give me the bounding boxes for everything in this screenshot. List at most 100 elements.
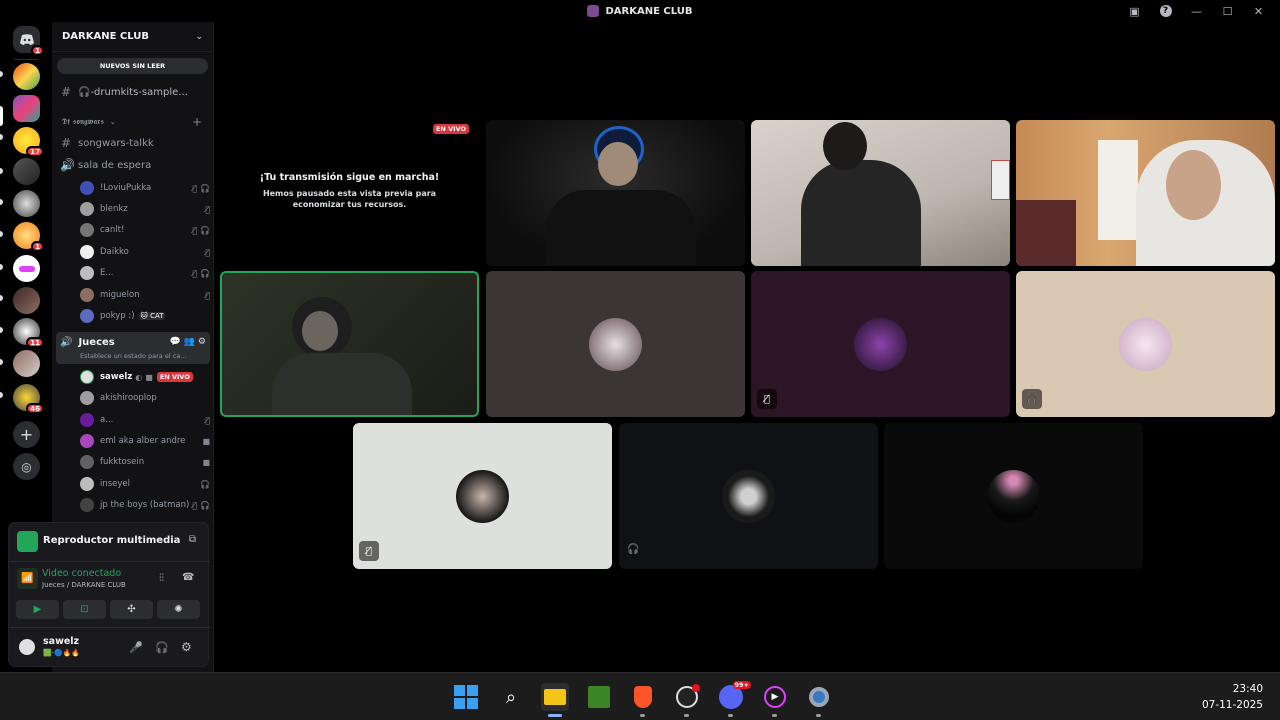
video-tile[interactable] [486,120,745,266]
avatar-tile[interactable]: 🎧 [619,423,878,569]
brave-icon[interactable] [629,683,657,711]
voice-user[interactable]: fukktosein ■ [80,453,210,471]
server-icon[interactable]: 1 [13,222,44,252]
screen-share-button[interactable]: ⊡ [63,600,106,619]
clock[interactable]: 23:40 07-11-2025 [1202,681,1263,713]
hash-icon: # [60,136,72,150]
server-icon[interactable] [13,95,40,122]
add-channel-icon[interactable]: + [192,115,202,129]
avatar [80,413,94,427]
video-tile[interactable] [751,120,1010,266]
active-speaker-tile[interactable] [220,271,479,417]
avatar [589,318,642,371]
voice-user[interactable]: E... 🎙̸ 🎧 [80,264,210,282]
media-player-title: Reproductor multimedia [43,535,181,546]
video-tile[interactable] [1016,120,1275,266]
minimize-icon[interactable]: — [1181,0,1212,22]
popout-icon[interactable]: ⧉ [189,534,196,545]
server-icon[interactable]: 17 [13,127,44,157]
voice-user[interactable]: sawelz ◐ ■ EN VIVO [80,368,210,386]
avatar [80,391,94,405]
voice-user[interactable]: blenkz 🎙̸ [80,200,210,218]
avatar-tile[interactable]: 🎙̸ [751,271,1010,417]
server-icon[interactable]: 46 [13,384,44,414]
stream-paused-tile[interactable]: EN VIVO ¡Tu transmisión sigue en marcha!… [220,120,479,266]
help-icon[interactable]: ? [1150,0,1181,22]
voice-user[interactable]: akishirooplop [80,389,210,407]
camera-button[interactable]: ▶ [16,600,59,619]
gear-icon[interactable]: ⚙ [181,640,192,654]
server-icon[interactable] [13,158,40,185]
avatar [854,318,907,371]
notification-badge: 99+ [732,681,751,689]
clock-date: 07-11-2025 [1201,699,1263,711]
add-server-icon[interactable]: + [13,421,40,448]
avatar [80,223,94,237]
voice-user[interactable]: inseyel 🎧 [80,475,210,493]
settings-icon[interactable] [805,683,833,711]
voice-user[interactable]: pokyp :) 🐱 CAT [80,307,210,325]
channel-status[interactable]: Establece un estado para el ca... [80,352,205,360]
media-player-icon[interactable]: ▶ [761,683,789,711]
user-name[interactable]: sawelz [43,636,79,647]
gear-icon[interactable]: ⚙ [198,337,206,347]
minecraft-icon[interactable] [585,683,613,711]
avatar-tile[interactable]: 🎙̸ [353,423,612,569]
inbox-icon[interactable]: ▣ [1119,0,1150,22]
avatar-tile[interactable] [486,271,745,417]
headphones-off-icon: 🎧 [200,183,210,193]
file-explorer-icon[interactable] [541,683,569,711]
muted-icon: 🎙̸ [205,290,210,300]
noise-suppression-icon[interactable]: ⫶⫶ [159,573,164,584]
voice-user[interactable]: miguelon 🎙̸ [80,286,210,304]
voice-status[interactable]: Video conectado [42,568,121,579]
obs-icon[interactable] [673,683,701,711]
media-player-icon [17,531,38,552]
muted-icon: 🎙̸ [192,500,198,510]
deafened-icon: 🎧 [627,544,640,555]
new-unread-button[interactable]: NUEVOS SIN LEER [57,58,208,74]
voice-channel-judges[interactable]: 🔊 Jueces 💬 👥 ⚙ Establece un estado para el … [56,332,210,364]
voice-user[interactable]: canlt! 🎙̸ 🎧 [80,221,210,239]
signal-icon: 📶 [17,568,38,589]
voice-channel-waiting[interactable]: 🔊 sala de espera [60,158,151,172]
voice-user[interactable]: eml aka alber andre ■ [80,432,210,450]
mic-icon[interactable]: 🎤 [129,641,143,654]
add-user-icon[interactable]: 👥 [184,337,195,347]
voice-user[interactable]: jp the boys (batman) 🎙̸ 🎧 [80,496,210,514]
search-icon[interactable]: ⌕ [497,683,525,711]
disconnect-icon[interactable]: ☎ [182,572,194,583]
voice-location[interactable]: Jueces / DARKANE CLUB [42,581,126,589]
headphones-icon[interactable]: 🎧 [155,641,169,654]
start-icon[interactable] [452,683,480,711]
voice-user[interactable]: a... 🎙̸ [80,411,210,429]
soundboard-button[interactable]: ✺ [157,600,200,619]
activities-button[interactable]: ✣ [110,600,153,619]
avatar [80,181,94,195]
server-icon[interactable] [13,63,40,90]
avatar [456,470,509,523]
channel-drumkits[interactable]: # 🎧-drumkits-sample... [60,85,188,99]
server-header[interactable]: DARKANE CLUB ⌄ [52,22,213,52]
voice-user[interactable]: !LoviuPukka 🎙̸ 🎧 [80,179,210,197]
headphones-off-icon: 🎧 [200,500,210,510]
server-icon[interactable]: 11 [13,318,44,348]
discord-home-icon[interactable]: 1 [13,26,44,56]
server-icon[interactable] [13,287,40,314]
server-icon[interactable] [13,255,40,282]
chat-icon[interactable]: 💬 [169,337,180,347]
server-icon[interactable] [13,350,40,377]
server-icon[interactable] [13,190,40,217]
avatar-tile[interactable]: 🎧 [1016,271,1275,417]
discord-icon[interactable]: 99+ [717,681,751,711]
avatar-tile[interactable] [884,423,1143,569]
voice-user[interactable]: Daikko 🎙̸ [80,243,210,261]
avatar [987,470,1040,523]
avatar[interactable] [17,637,37,657]
category-songwars[interactable]: 𝕯𝖋 𝖘𝖔𝖓𝖌𝖜𝖆𝖗𝖘 ⌄ [62,117,116,127]
discover-icon[interactable]: ◎ [13,453,40,480]
muted-icon: 🎙̸ [205,415,210,425]
close-icon[interactable]: ✕ [1243,0,1274,22]
maximize-icon[interactable]: ☐ [1212,0,1243,22]
channel-songwars[interactable]: # songwars-talkk [60,136,154,150]
